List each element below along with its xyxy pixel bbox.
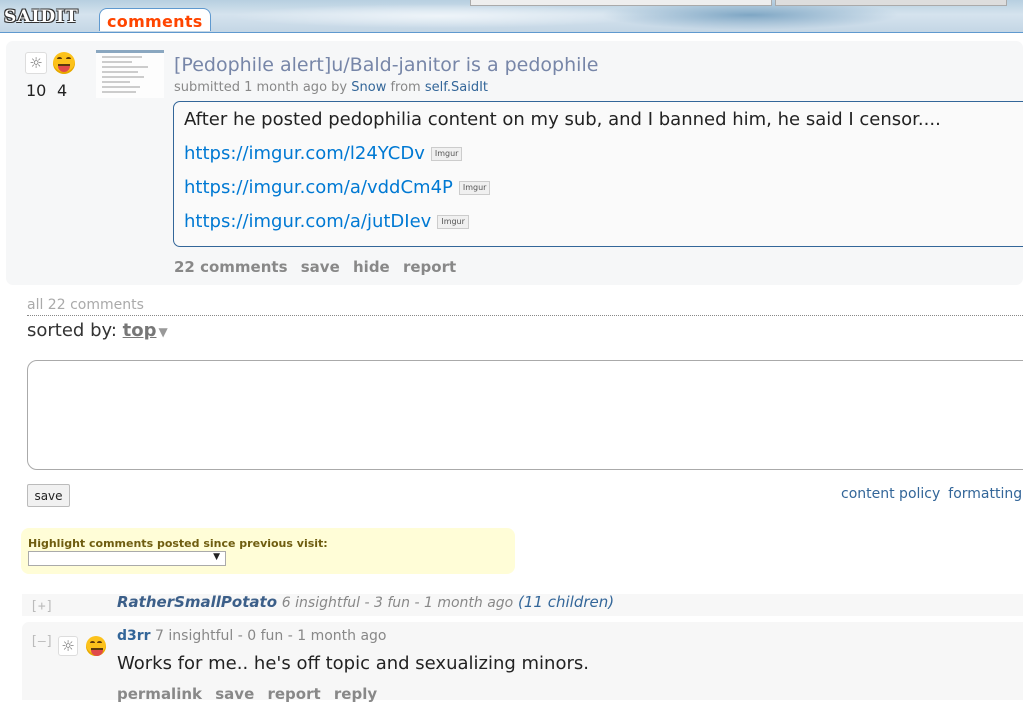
- comment-stats: 7 insightful - 0 fun - 1 month ago: [155, 628, 387, 644]
- comment-body: Works for me.. he's off topic and sexual…: [117, 653, 589, 674]
- tagline-from: from: [390, 80, 421, 95]
- comment-meta: d3rr 7 insightful - 0 fun - 1 month ago: [117, 628, 387, 644]
- children-count[interactable]: (11 children): [518, 594, 614, 611]
- comment: [–] ☼ d3rr 7 insightful - 0 fun - 1 mont…: [22, 622, 1023, 703]
- post-link[interactable]: https://imgur.com/a/jutDIev: [184, 211, 431, 232]
- formatting-help-link[interactable]: formatting help: [948, 486, 1023, 502]
- post-thumbnail[interactable]: [96, 50, 164, 98]
- permalink-link[interactable]: permalink: [117, 685, 202, 703]
- comment-buttons: permalink save report reply: [117, 685, 385, 703]
- highlight-label: Highlight comments posted since previous…: [28, 537, 328, 550]
- all-comments-link[interactable]: all 22 comments: [27, 297, 144, 313]
- post-author-link[interactable]: Snow: [351, 80, 386, 95]
- comment-textarea[interactable]: [27, 360, 1023, 470]
- post-link-row: https://imgur.com/l24YCDv Imgur: [184, 142, 1023, 166]
- chevron-down-icon[interactable]: ▼: [159, 325, 168, 339]
- domain-tag: Imgur: [430, 147, 463, 161]
- save-link[interactable]: save: [301, 258, 340, 276]
- header-search-bar[interactable]: [470, 0, 772, 6]
- save-link[interactable]: save: [215, 685, 254, 703]
- post-tagline: submitted 1 month ago by Snow from self.…: [174, 80, 488, 95]
- sorted-by-label: sorted by:: [27, 320, 117, 341]
- comment-author[interactable]: d3rr: [117, 628, 151, 644]
- post-title[interactable]: [Pedophile alert]u/Bald-janitor is a ped…: [174, 54, 598, 76]
- domain-tag: Imgur: [437, 215, 469, 229]
- post-body-text: After he posted pedophilia content on my…: [184, 109, 941, 130]
- comment-meta: RatherSmallPotato 6 insightful - 3 fun -…: [117, 594, 614, 611]
- report-link[interactable]: report: [403, 258, 456, 276]
- save-button[interactable]: save: [27, 484, 70, 507]
- post-link[interactable]: https://imgur.com/a/vddCm4P: [184, 177, 453, 198]
- collapse-toggle[interactable]: [–]: [30, 634, 53, 649]
- reply-link[interactable]: reply: [334, 685, 377, 703]
- content-policy-link[interactable]: content policy: [841, 486, 940, 502]
- post-link-row: https://imgur.com/a/vddCm4P Imgur: [184, 176, 1023, 200]
- post-sub-link[interactable]: self.SaidIt: [425, 80, 488, 95]
- highlight-panel: Highlight comments posted since previous…: [21, 528, 515, 574]
- sort-dropdown[interactable]: top: [123, 320, 157, 341]
- highlight-select[interactable]: ▼: [28, 551, 226, 566]
- divider: [27, 315, 1023, 316]
- tagline-prefix: submitted 1 month ago by: [174, 80, 348, 95]
- lightbulb-icon[interactable]: ☼: [25, 52, 47, 74]
- comment-stats: 6 insightful - 3 fun - 1 month ago: [281, 595, 514, 611]
- fun-score: 4: [57, 81, 68, 100]
- post-body: After he posted pedophilia content on my…: [173, 101, 1023, 247]
- post-link[interactable]: https://imgur.com/l24YCDv: [184, 143, 425, 164]
- insightful-score: 10: [26, 81, 47, 100]
- comments-link[interactable]: 22 comments: [174, 258, 288, 276]
- site-logo[interactable]: SAIDIT: [4, 7, 79, 27]
- header-background-cloud: [230, 4, 650, 28]
- tab-comments[interactable]: comments: [99, 8, 211, 31]
- sort-menu: sorted by: top ▼: [27, 320, 168, 341]
- hide-link[interactable]: hide: [353, 258, 390, 276]
- expand-toggle[interactable]: [+]: [30, 599, 53, 614]
- comment-collapsed: [+] RatherSmallPotato 6 insightful - 3 f…: [22, 594, 1023, 616]
- laughing-face-icon[interactable]: [53, 52, 75, 74]
- laughing-face-icon[interactable]: [86, 636, 106, 656]
- domain-tag: Imgur: [458, 181, 491, 195]
- lightbulb-icon[interactable]: ☼: [58, 636, 78, 656]
- header-toolbar[interactable]: [775, 0, 1007, 6]
- post: ☼ 10 4 [Pedophile alert]u/Bald-janitor i…: [6, 41, 1023, 285]
- post-link-row: https://imgur.com/a/jutDIev Imgur: [184, 210, 1023, 234]
- chevron-down-icon: ▼: [213, 552, 220, 562]
- help-links: content policy formatting help: [841, 486, 1023, 502]
- report-link[interactable]: report: [267, 685, 320, 703]
- comment-author[interactable]: RatherSmallPotato: [117, 594, 277, 611]
- site-header: SAIDIT comments: [0, 0, 1023, 33]
- post-buttons: 22 comments save hide report: [174, 258, 464, 276]
